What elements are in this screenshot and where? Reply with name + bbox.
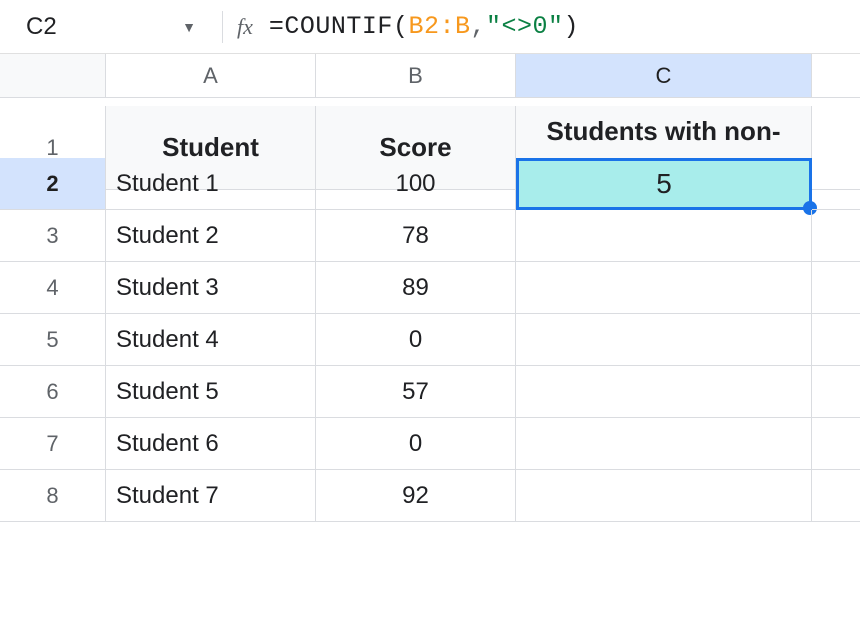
row-header-3[interactable]: 3 [0, 210, 106, 262]
fx-icon: fx [237, 14, 253, 40]
col-header-A[interactable]: A [106, 54, 316, 98]
cell-C2-value: 5 [656, 168, 672, 200]
formula-open-paren: ( [393, 12, 409, 41]
cell-C6[interactable] [516, 366, 812, 418]
cell-A8[interactable]: Student 7 [106, 470, 316, 522]
cell-B8[interactable]: 92 [316, 470, 516, 522]
cell-A3[interactable]: Student 2 [106, 210, 316, 262]
col-header-B[interactable]: B [316, 54, 516, 98]
cell-A6[interactable]: Student 5 [106, 366, 316, 418]
name-box[interactable]: C2 ▼ [8, 0, 208, 53]
formula-comma: , [470, 12, 486, 41]
cell-B5[interactable]: 0 [316, 314, 516, 366]
row-header-8[interactable]: 8 [0, 470, 106, 522]
row-header-6[interactable]: 6 [0, 366, 106, 418]
cell-C8[interactable] [516, 470, 812, 522]
col-header-C[interactable]: C [516, 54, 812, 98]
cell-C3[interactable] [516, 210, 812, 262]
row-header-4[interactable]: 4 [0, 262, 106, 314]
formula-func: COUNTIF [284, 12, 393, 41]
cell-edge-5[interactable] [812, 314, 860, 366]
cell-C2[interactable]: 5 [516, 158, 812, 210]
formula-input[interactable]: = COUNTIF ( B2:B , "<>0" ) [269, 12, 579, 41]
select-all-corner[interactable] [0, 54, 106, 98]
spreadsheet-grid: A B C 1 Student Score Students with non-… [0, 54, 860, 522]
cell-C4[interactable] [516, 262, 812, 314]
cell-edge-8[interactable] [812, 470, 860, 522]
cell-B6[interactable]: 57 [316, 366, 516, 418]
cell-B4[interactable]: 89 [316, 262, 516, 314]
cell-B7[interactable]: 0 [316, 418, 516, 470]
cell-A7[interactable]: Student 6 [106, 418, 316, 470]
formula-range: B2:B [408, 12, 470, 41]
formula-close-paren: ) [564, 12, 580, 41]
row-header-7[interactable]: 7 [0, 418, 106, 470]
formula-string: "<>0" [486, 12, 564, 41]
cell-edge-3[interactable] [812, 210, 860, 262]
cell-A2[interactable]: Student 1 [106, 158, 316, 210]
cell-B3[interactable]: 78 [316, 210, 516, 262]
formula-eq: = [269, 12, 285, 41]
cell-edge-6[interactable] [812, 366, 860, 418]
formula-bar: C2 ▼ fx = COUNTIF ( B2:B , "<>0" ) [0, 0, 860, 54]
cell-B2[interactable]: 100 [316, 158, 516, 210]
cell-C7[interactable] [516, 418, 812, 470]
name-box-value: C2 [26, 13, 57, 41]
divider [222, 11, 223, 43]
cell-edge-7[interactable] [812, 418, 860, 470]
row-header-5[interactable]: 5 [0, 314, 106, 366]
cell-A4[interactable]: Student 3 [106, 262, 316, 314]
cell-edge-2[interactable] [812, 158, 860, 210]
cell-C5[interactable] [516, 314, 812, 366]
row-header-2[interactable]: 2 [0, 158, 106, 210]
col-header-edge [812, 54, 860, 98]
chevron-down-icon[interactable]: ▼ [182, 19, 196, 35]
cell-edge-4[interactable] [812, 262, 860, 314]
cell-A5[interactable]: Student 4 [106, 314, 316, 366]
